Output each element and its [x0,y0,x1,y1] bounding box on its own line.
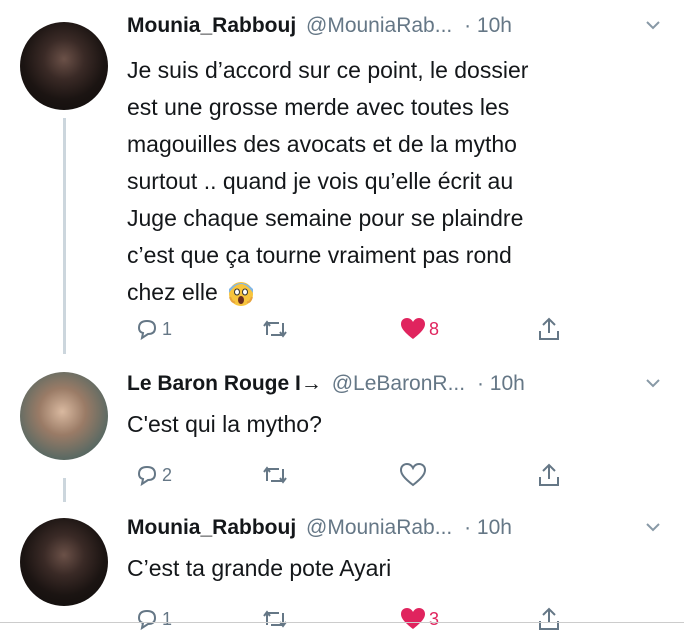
display-name[interactable]: Mounia_Rabbouj [127,14,296,37]
retweet-icon [263,466,287,484]
retweet-button[interactable] [261,314,292,344]
chevron-down-icon[interactable] [644,374,662,392]
reply-count: 2 [162,464,173,485]
avatar[interactable] [20,518,108,606]
reply-icon [137,465,157,487]
like-icon [401,608,425,629]
tweet-actions: 1 3 [127,604,567,634]
chevron-down-icon[interactable] [644,16,662,34]
like-count: 8 [429,318,440,339]
avatar[interactable] [20,22,108,110]
tweet-2[interactable]: Le Baron Rouge I→ @LeBaronR... · 10h C'e… [0,360,684,510]
tweet-actions: 2 [127,460,567,490]
share-button[interactable] [537,314,561,344]
avatar[interactable] [20,372,108,460]
like-icon [400,463,426,487]
like-button[interactable] [400,460,429,490]
chevron-down-icon[interactable] [644,518,662,536]
share-button[interactable] [537,604,561,634]
display-name[interactable]: Le Baron Rouge I→ [127,372,322,395]
share-icon [539,607,559,630]
retweet-button[interactable] [261,460,292,490]
thread-line [63,478,66,502]
reply-icon [137,609,157,631]
share-icon [539,463,559,486]
tweet-text-line: c’est que ça tourne vraiment pas rond [127,242,512,268]
retweet-button[interactable] [261,604,292,634]
share-button[interactable] [537,460,561,490]
reply-button[interactable]: 1 [135,604,172,634]
tweet-text-line: Juge chaque semaine pour se plaindre [127,205,524,231]
reply-icon [137,319,157,341]
tweet-text: Je suis d’accord sur ce point, le dossie… [127,52,647,311]
tweet-text-line: chez elle [127,274,647,311]
like-button[interactable]: 3 [400,604,439,634]
reply-button[interactable]: 2 [135,460,172,490]
tweet-text: C’est ta grande pote Ayari [127,550,647,587]
tweet-3[interactable]: Mounia_Rabbouj @MouniaRab... · 10h C’est… [0,510,684,631]
user-handle[interactable]: @MouniaRab... [306,516,452,539]
screaming-face-emoji [228,281,254,307]
tweet-text-line: surtout .. quand je vois qu’elle écrit a… [127,168,514,194]
tweet-1[interactable]: Mounia_Rabbouj @MouniaRab... · 10h Je su… [0,0,684,360]
like-count: 3 [429,608,440,629]
tweet-text-line: C’est ta grande pote Ayari [127,555,392,581]
tweet-header: Mounia_Rabbouj @MouniaRab... · 10h [127,516,662,548]
tweet-text-line: est une grosse merde avec toutes les [127,94,510,120]
tweet-header: Le Baron Rouge I→ @LeBaronR... · 10h [127,372,662,404]
retweet-icon [263,320,287,338]
tweet-text-line: C'est qui la mytho? [127,411,322,437]
user-handle[interactable]: @LeBaronR... [332,372,465,395]
timestamp[interactable]: · 10h [464,516,512,539]
reply-button[interactable]: 1 [135,314,172,344]
timestamp[interactable]: · 10h [464,14,512,37]
tweet-text: C'est qui la mytho? [127,406,647,443]
reply-count: 1 [162,608,173,629]
tweet-header: Mounia_Rabbouj @MouniaRab... · 10h [127,14,662,46]
tweet-text-line: Je suis d’accord sur ce point, le dossie… [127,57,529,83]
reply-count: 1 [162,318,173,339]
user-handle[interactable]: @MouniaRab... [306,14,452,37]
timestamp[interactable]: · 10h [477,372,525,395]
thread-line [63,118,66,354]
divider [0,622,684,623]
retweet-icon [263,610,287,628]
display-name[interactable]: Mounia_Rabbouj [127,516,296,539]
tweet-text-line: magouilles des avocats et de la mytho [127,131,517,157]
share-icon [539,317,559,340]
like-icon [401,318,425,339]
like-button[interactable]: 8 [400,314,439,344]
tweet-actions: 1 8 [127,314,567,344]
